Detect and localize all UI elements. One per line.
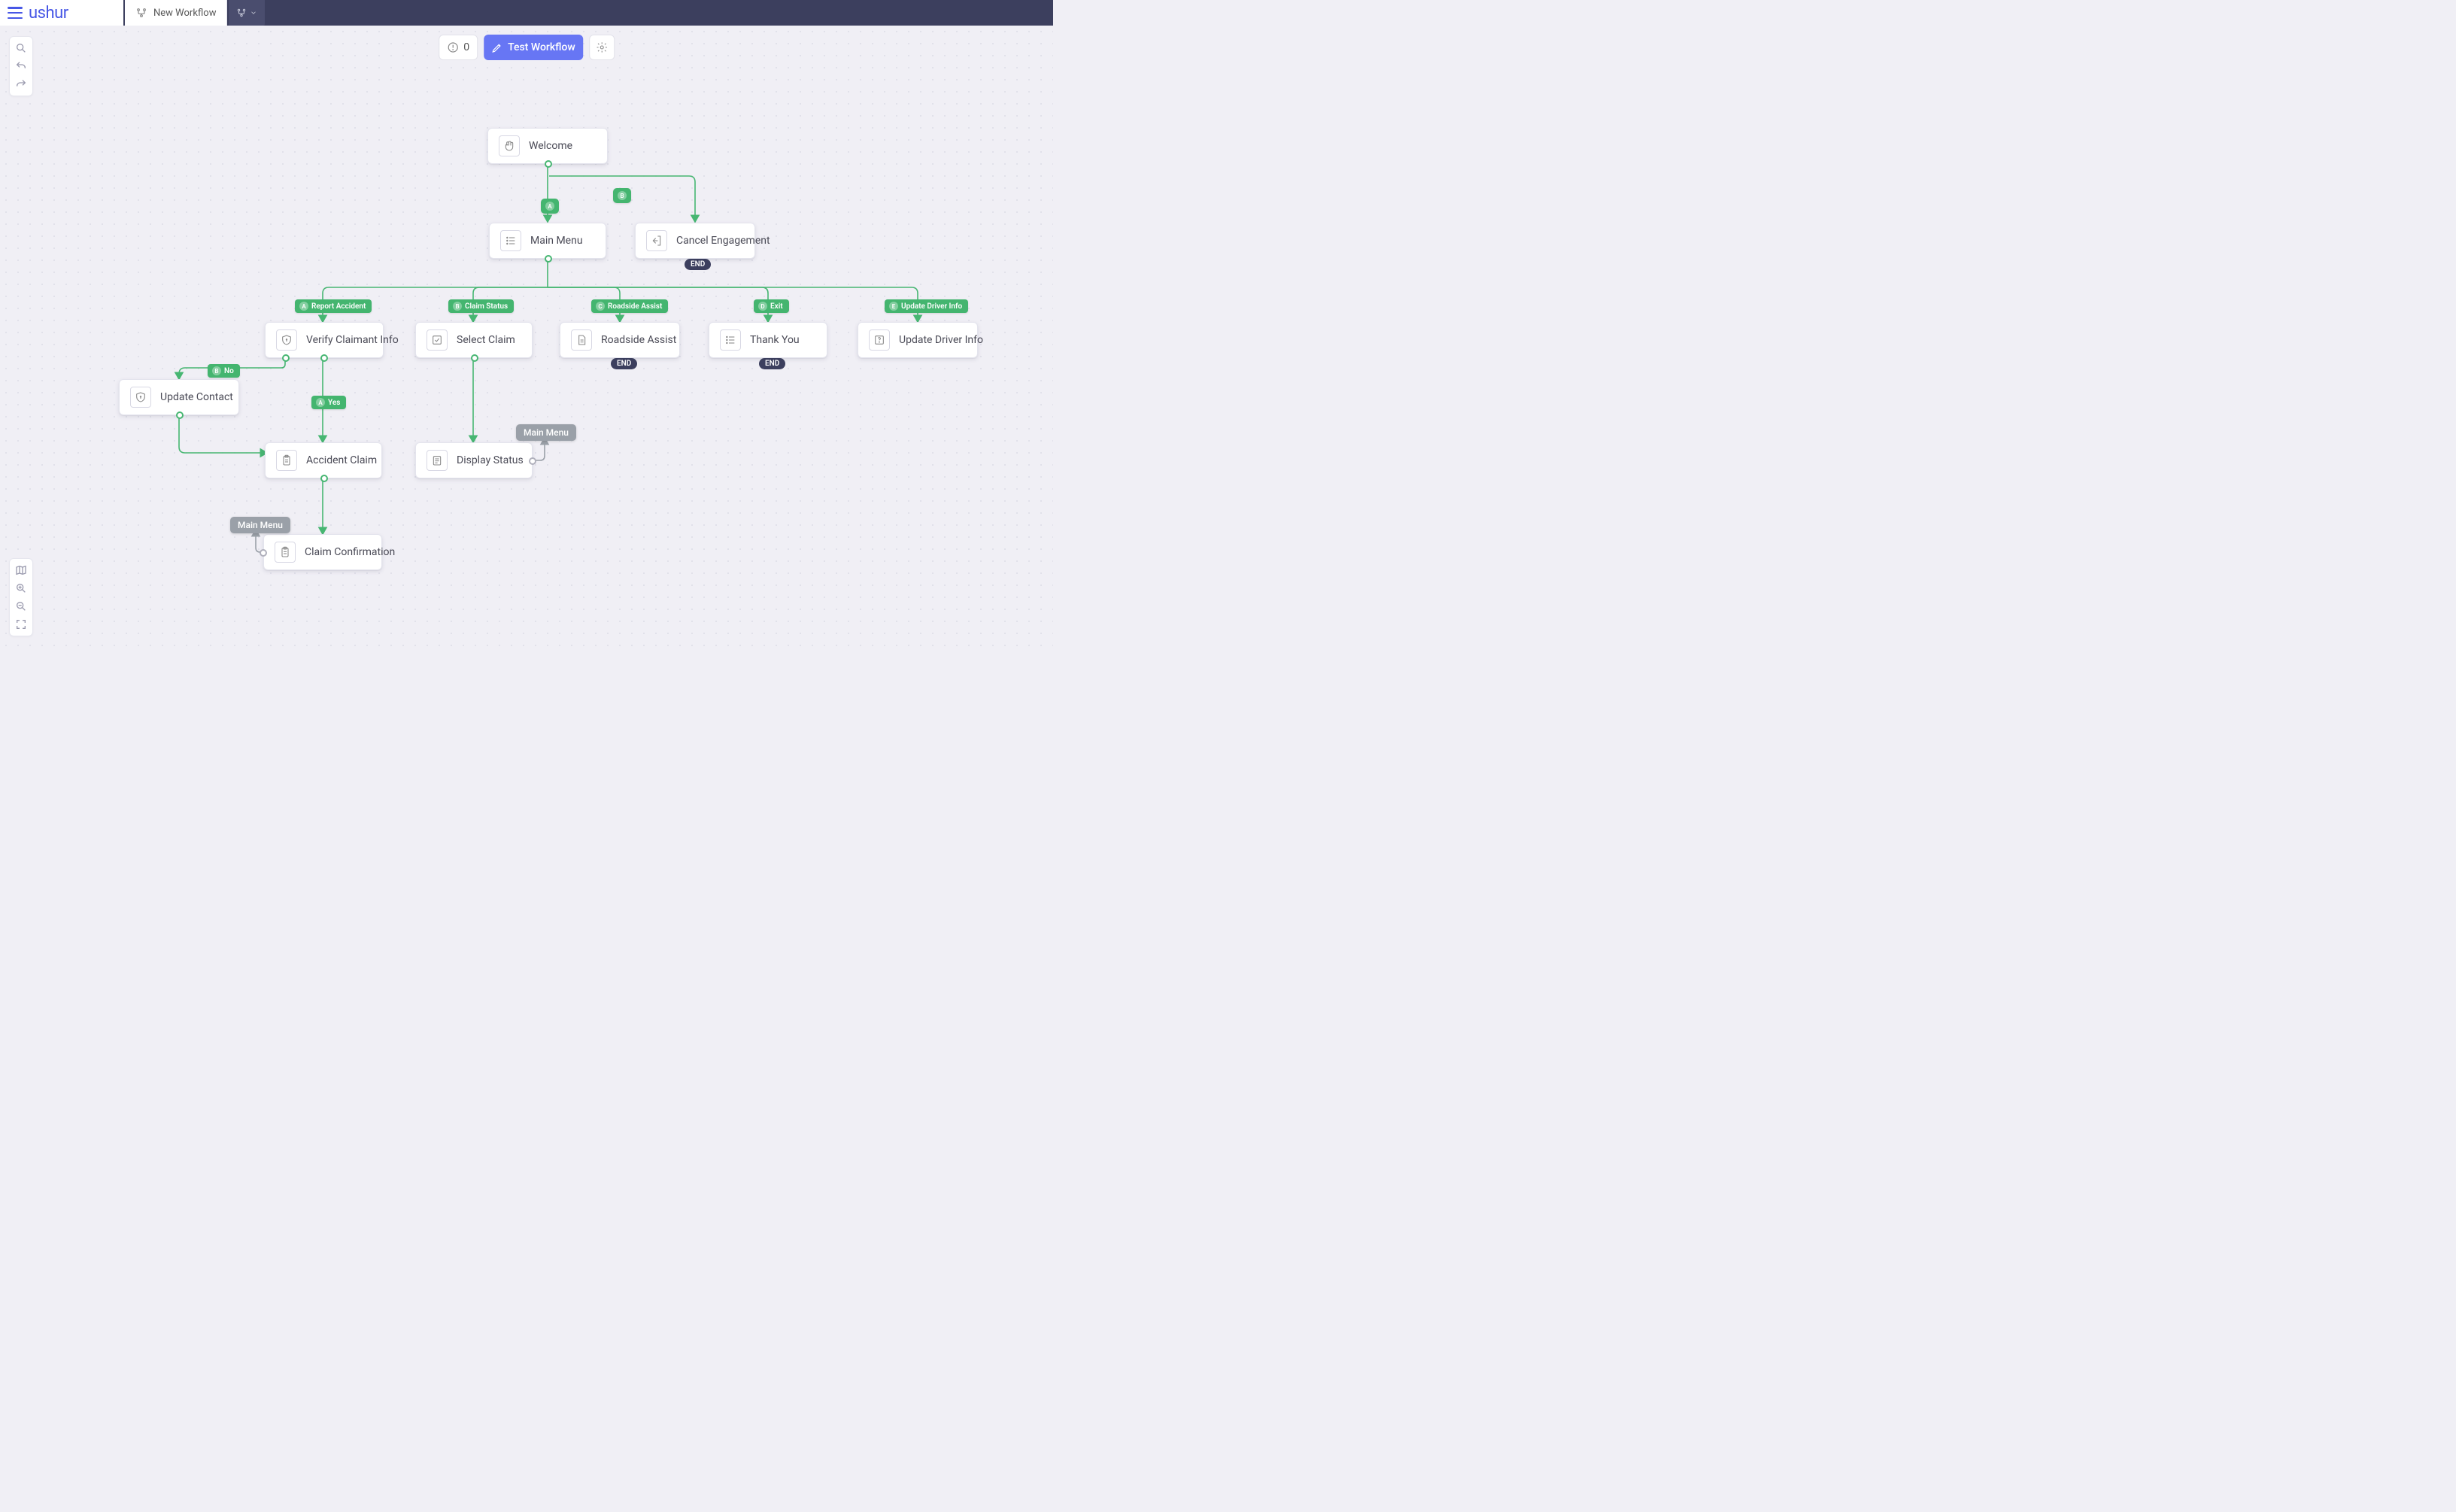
logo-block: ushur (0, 0, 123, 26)
zoom-out-icon (15, 600, 27, 612)
return-label-main-menu: Main Menu (230, 517, 290, 533)
node-welcome[interactable]: Welcome (487, 128, 608, 164)
search-button[interactable] (13, 40, 29, 56)
tool-strip-bottom (9, 558, 33, 636)
node-label: Welcome (529, 140, 572, 152)
edge-label-no: BNo (208, 364, 240, 378)
node-label: Select Claim (457, 334, 515, 346)
zoom-in-icon (15, 582, 27, 594)
node-label: Verify Claimant Info (306, 334, 399, 346)
node-accident-claim[interactable]: Accident Claim (265, 442, 382, 478)
edge-label-report-accident: AReport Accident (295, 299, 372, 313)
node-claim-confirmation[interactable]: Claim Confirmation (263, 534, 382, 570)
node-main-menu[interactable]: Main Menu (489, 223, 606, 259)
settings-button[interactable] (589, 35, 615, 60)
edge-label-b: B (613, 188, 631, 203)
test-workflow-button[interactable]: Test Workflow (484, 35, 583, 60)
tab-new-workflow[interactable]: New Workflow (125, 0, 227, 26)
undo-button[interactable] (13, 58, 29, 74)
tool-strip-top (9, 36, 33, 96)
node-select-claim[interactable]: Select Claim (415, 322, 533, 358)
node-label: Roadside Assist (601, 334, 676, 346)
workflow-icon (135, 7, 147, 19)
edge-label-update-driver: EUpdate Driver Info (885, 299, 968, 313)
node-label: Accident Claim (306, 454, 377, 466)
shield-icon (276, 329, 297, 351)
node-label: Thank You (750, 334, 800, 346)
node-label: Display Status (457, 454, 524, 466)
map-button[interactable] (13, 562, 29, 578)
node-update-contact[interactable]: Update Contact (119, 379, 239, 415)
map-icon (15, 564, 27, 576)
clipboard-icon (276, 450, 297, 471)
chevron-down-icon (250, 9, 257, 17)
zoom-in-button[interactable] (13, 580, 29, 597)
redo-button[interactable] (13, 76, 29, 93)
node-display-status[interactable]: Display Status (415, 442, 533, 478)
tab-dropdown[interactable] (229, 0, 265, 26)
pencil-icon (491, 41, 503, 53)
node-label: Update Contact (160, 391, 233, 403)
redo-icon (15, 78, 27, 90)
fullscreen-icon (15, 618, 27, 630)
gear-icon (596, 41, 608, 53)
edge-label-claim-status: BClaim Status (448, 299, 514, 313)
alert-icon (447, 41, 459, 53)
document-icon (571, 329, 592, 351)
fullscreen-button[interactable] (13, 616, 29, 633)
edge-label-a: A (541, 199, 559, 214)
node-label: Main Menu (530, 235, 583, 247)
workflow-icon (236, 8, 247, 18)
top-bar: ushur New Workflow (0, 0, 1053, 26)
node-cancel-engagement[interactable]: Cancel Engagement (635, 223, 755, 259)
checkbox-icon (427, 329, 448, 351)
node-label: Update Driver Info (899, 334, 983, 346)
shield-icon (130, 387, 151, 408)
list-icon (720, 329, 741, 351)
menu-icon[interactable] (8, 7, 23, 19)
form-icon (427, 450, 448, 471)
error-count-chip[interactable]: 0 (439, 35, 478, 60)
node-update-driver[interactable]: Update Driver Info (858, 322, 978, 358)
node-roadside-assist[interactable]: Roadside Assist (560, 322, 680, 358)
node-label: Cancel Engagement (676, 235, 770, 247)
edge-label-exit: DExit (754, 299, 789, 313)
undo-icon (15, 60, 27, 72)
clipboard-icon (275, 542, 296, 563)
tab-label: New Workflow (153, 8, 216, 19)
wave-icon (499, 135, 520, 156)
end-badge: END (685, 259, 711, 270)
list-icon (500, 230, 521, 251)
error-count: 0 (463, 41, 469, 53)
node-verify-claimant[interactable]: Verify Claimant Info (265, 322, 384, 358)
brand-logo: ushur (29, 4, 68, 23)
search-icon (15, 42, 27, 54)
workflow-canvas[interactable]: 0 Test Workflow (0, 26, 1053, 647)
edge-label-yes: AYes (311, 396, 346, 409)
return-label-main-menu: Main Menu (516, 424, 576, 441)
node-label: Claim Confirmation (305, 546, 395, 558)
zoom-out-button[interactable] (13, 598, 29, 615)
end-badge: END (611, 358, 637, 369)
exit-icon (646, 230, 667, 251)
edge-label-roadside-assist: CRoadside Assist (591, 299, 668, 313)
question-icon (869, 329, 890, 351)
action-toolbar: 0 Test Workflow (439, 35, 615, 60)
end-badge: END (759, 358, 785, 369)
test-workflow-label: Test Workflow (508, 41, 575, 53)
node-thank-you[interactable]: Thank You (709, 322, 827, 358)
